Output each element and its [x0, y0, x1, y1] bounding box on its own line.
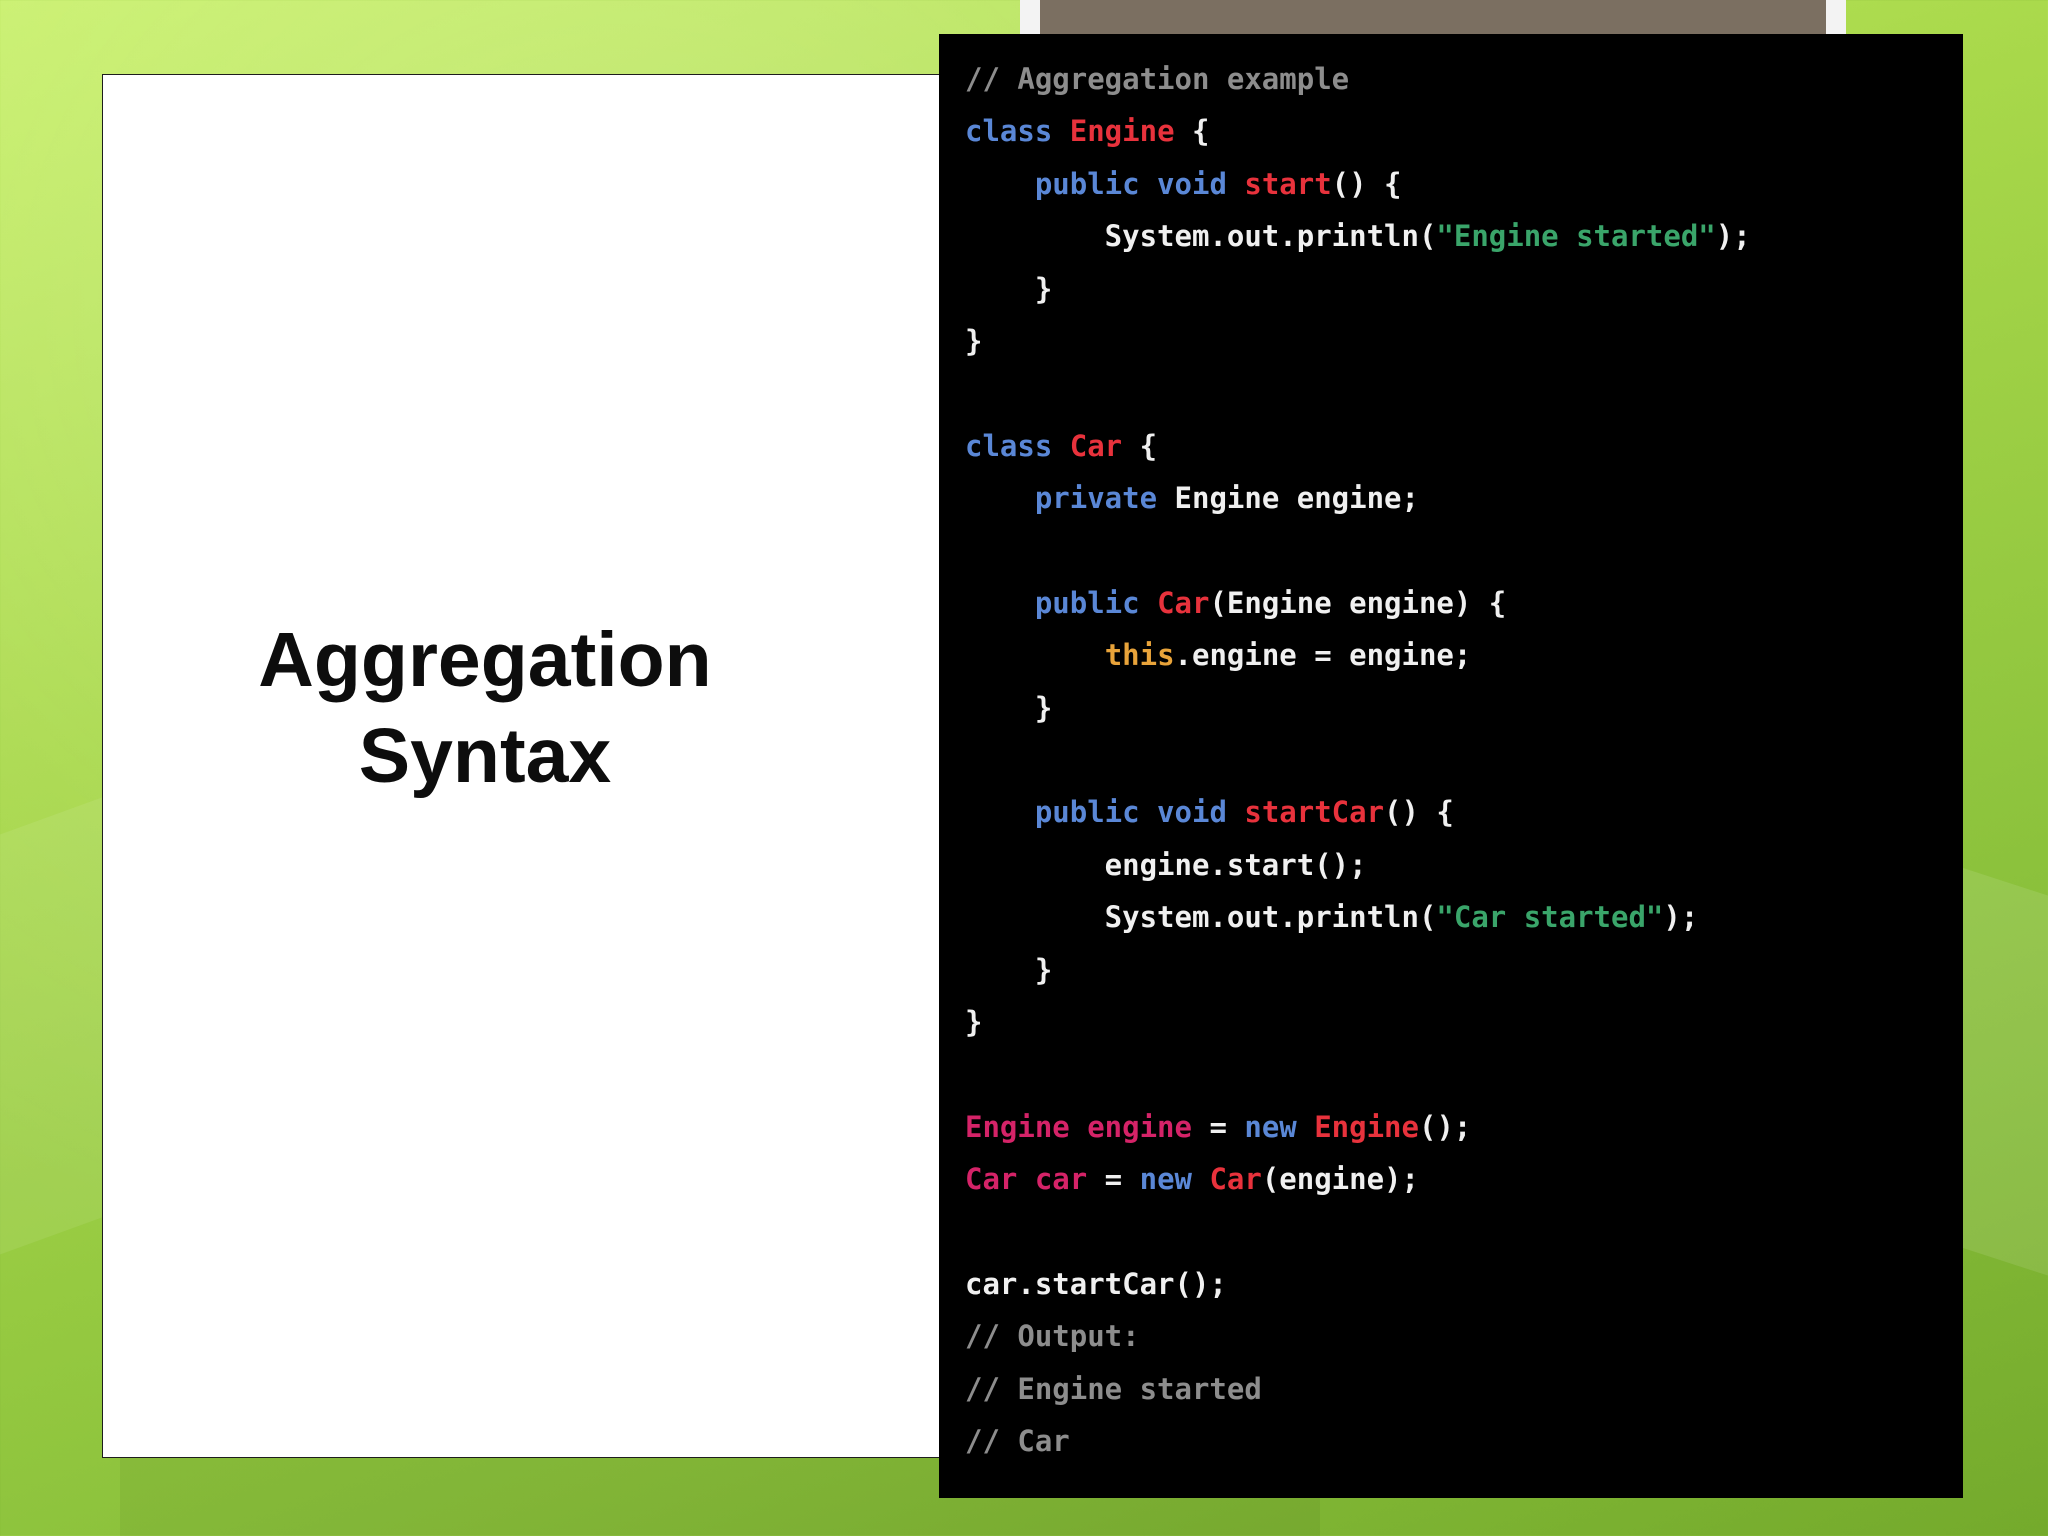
- code-listing: // Aggregation example class Engine { pub…: [965, 53, 1963, 1468]
- code-token: class: [965, 114, 1070, 149]
- code-token: .engine = engine;: [1174, 638, 1472, 673]
- code-token: }: [965, 952, 1053, 987]
- slide-title-line-1: Aggregation: [258, 617, 712, 703]
- code-line: class Car {: [965, 420, 1963, 472]
- code-token: public: [1034, 585, 1158, 620]
- code-token: Engine engine;: [1174, 481, 1419, 516]
- code-token: new: [1139, 1162, 1210, 1197]
- code-token: // Aggregation example: [965, 62, 1350, 96]
- code-line: }: [965, 263, 1963, 315]
- code-token: =: [1191, 1109, 1245, 1144]
- code-line: }: [965, 944, 1963, 996]
- code-token: Engine: [1314, 1109, 1419, 1144]
- code-line: private Engine engine;: [965, 472, 1963, 524]
- code-token: (engine);: [1261, 1162, 1419, 1197]
- code-token: start: [1244, 166, 1332, 201]
- code-token: {: [1174, 114, 1210, 149]
- code-token: () {: [1331, 166, 1402, 201]
- code-line: public void startCar() {: [965, 786, 1963, 838]
- code-token: (Engine engine) {: [1209, 585, 1507, 620]
- code-token: this: [1104, 638, 1175, 673]
- code-line: System.out.println("Engine started");: [965, 210, 1963, 262]
- code-token: // Output:: [965, 1319, 1140, 1354]
- code-token: }: [965, 323, 983, 358]
- code-token: {: [1122, 428, 1158, 463]
- code-token: =: [1087, 1162, 1140, 1197]
- code-line: System.out.println("Car started");: [965, 891, 1963, 943]
- code-token: ();: [1418, 1109, 1472, 1144]
- code-token: private: [1034, 481, 1175, 516]
- code-line: Car car = new Car(engine);: [965, 1153, 1963, 1205]
- code-token: car.startCar();: [965, 1266, 1227, 1301]
- code-token: }: [965, 690, 1053, 725]
- slide-title-line-2: Syntax: [358, 713, 612, 799]
- code-token: }: [965, 1005, 983, 1040]
- code-token: "Car started": [1436, 900, 1664, 935]
- code-token: Car: [1069, 428, 1123, 463]
- code-line: public Car(Engine engine) {: [965, 577, 1963, 629]
- code-line: public void start() {: [965, 158, 1963, 210]
- code-token: public void: [1034, 795, 1245, 830]
- code-line: // Car: [965, 1415, 1963, 1467]
- code-line: }: [965, 315, 1963, 367]
- code-block: // Aggregation example class Engine { pub…: [939, 34, 1963, 1498]
- code-token: }: [965, 271, 1053, 306]
- code-line: // Engine started: [965, 1363, 1963, 1415]
- top-image-strip: [1040, 0, 1826, 34]
- code-token: public void: [1034, 166, 1245, 201]
- code-line: }: [965, 996, 1963, 1048]
- code-token: "Engine started": [1436, 219, 1716, 254]
- code-token: // Car: [965, 1424, 1070, 1459]
- code-token: // Engine started: [965, 1371, 1262, 1406]
- code-token: );: [1715, 219, 1751, 254]
- code-token: () {: [1384, 795, 1454, 830]
- code-line: // Output:: [965, 1310, 1963, 1362]
- code-token: );: [1663, 900, 1699, 935]
- code-token: Car car: [965, 1162, 1088, 1197]
- slide-title: Aggregation Syntax: [102, 612, 868, 804]
- code-token: Car: [1157, 585, 1210, 620]
- code-token: new: [1244, 1109, 1315, 1144]
- code-line: this.engine = engine;: [965, 629, 1963, 681]
- code-token: Engine engine: [965, 1109, 1192, 1144]
- code-line: engine.start();: [965, 839, 1963, 891]
- code-token: Car: [1209, 1162, 1262, 1197]
- code-line: // Aggregation example: [965, 53, 1963, 105]
- code-token: class: [965, 428, 1070, 463]
- code-line: class Engine {: [965, 105, 1963, 157]
- code-line: Engine engine = new Engine();: [965, 1101, 1963, 1153]
- code-token: engine.start();: [965, 847, 1367, 882]
- code-token: startCar: [1244, 795, 1385, 830]
- code-line: }: [965, 682, 1963, 734]
- code-token: Engine: [1069, 114, 1175, 149]
- code-token: System.out.println(: [965, 900, 1437, 935]
- code-line: car.startCar();: [965, 1258, 1963, 1310]
- code-token: System.out.println(: [965, 219, 1437, 254]
